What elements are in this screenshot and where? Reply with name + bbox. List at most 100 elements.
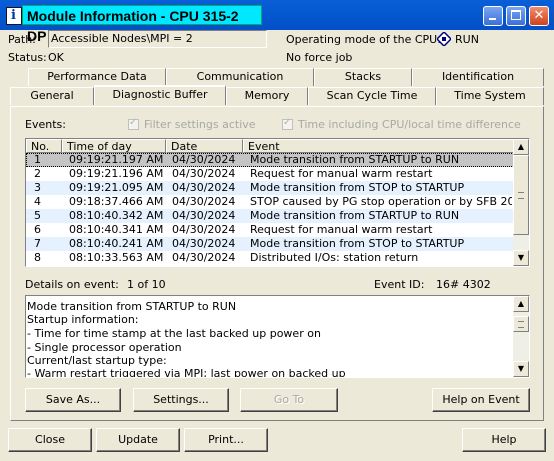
row-time: 09:19:21.197 AM: [69, 153, 164, 166]
row-time: 08:10:40.342 AM: [69, 209, 164, 222]
row-time: 08:10:33.563 AM: [69, 251, 164, 264]
tab-stacks[interactable]: Stacks: [314, 68, 412, 86]
row-event: Mode transition from STOP to STARTUP: [250, 237, 465, 250]
print-button[interactable]: Print...: [184, 428, 268, 452]
table-row[interactable]: 5 08:10:40.342 AM 04/30/2024 Mode transi…: [26, 209, 514, 223]
row-no: 8: [34, 251, 41, 264]
row-no: 7: [34, 237, 41, 250]
row-time: 09:19:21.196 AM: [69, 167, 164, 180]
row-date: 04/30/2024: [172, 209, 236, 222]
row-no: 5: [34, 209, 41, 222]
run-mode-icon: [435, 30, 453, 48]
row-event: Mode transition from STARTUP to RUN: [250, 209, 460, 222]
row-date: 04/30/2024: [172, 195, 236, 208]
force-job-status: No force job: [286, 51, 353, 64]
table-row[interactable]: 1 09:19:21.197 AM 04/30/2024 Mode transi…: [26, 153, 514, 167]
path-label: Path:: [8, 33, 36, 46]
time-difference-label: Time including CPU/local time difference: [298, 118, 521, 131]
row-event: Request for manual warm restart: [250, 223, 433, 236]
column-header-time[interactable]: Time of day: [62, 139, 166, 153]
events-scrollbar[interactable]: ▲ ▼: [513, 139, 529, 266]
row-no: 1: [34, 153, 41, 166]
operating-mode-value: RUN: [455, 33, 479, 46]
column-header-no[interactable]: No.: [26, 139, 62, 153]
status-label: Status:: [8, 51, 47, 64]
row-no: 3: [34, 181, 41, 194]
minimize-button[interactable]: [483, 6, 503, 26]
scroll-down-icon[interactable]: ▼: [513, 361, 529, 377]
operating-mode-label: Operating mode of the CPU:: [286, 33, 441, 46]
tab-general[interactable]: General: [10, 87, 94, 105]
maximize-button[interactable]: [506, 6, 526, 26]
table-row[interactable]: 2 09:19:21.196 AM 04/30/2024 Request for…: [26, 167, 514, 181]
status-value: OK: [48, 51, 64, 64]
table-row[interactable]: 8 08:10:33.563 AM 04/30/2024 Distributed…: [26, 251, 514, 265]
tab-scan-cycle-time[interactable]: Scan Cycle Time: [308, 87, 436, 105]
detail-line: - Time for time stamp at the last backed…: [27, 327, 321, 340]
details-count: 1 of 10: [127, 278, 166, 291]
settings-button[interactable]: Settings...: [133, 388, 229, 412]
detail-line: - Warm restart triggered via MPI; last p…: [27, 367, 346, 378]
tab-diagnostic-buffer[interactable]: Diagnostic Buffer: [94, 85, 226, 105]
row-event: Mode transition from STOP to STARTUP: [250, 181, 465, 194]
filter-settings-label: Filter settings active: [144, 118, 256, 131]
close-window-button[interactable]: ✕: [529, 6, 549, 26]
scroll-down-icon[interactable]: ▼: [513, 250, 529, 266]
help-on-event-button[interactable]: Help on Event: [432, 388, 530, 412]
title-bar[interactable]: Module Information - CPU 315-2 DP ✕: [0, 0, 554, 44]
row-no: 4: [34, 195, 41, 208]
detail-line: Current/last startup type:: [27, 354, 167, 367]
row-event: Distributed I/Os: station return: [250, 251, 419, 264]
events-label: Events:: [25, 118, 66, 131]
row-date: 04/30/2024: [172, 181, 236, 194]
row-date: 04/30/2024: [172, 237, 236, 250]
table-row[interactable]: 3 09:19:21.095 AM 04/30/2024 Mode transi…: [26, 181, 514, 195]
table-row[interactable]: 6 08:10:40.341 AM 04/30/2024 Request for…: [26, 223, 514, 237]
scroll-up-icon[interactable]: ▲: [513, 139, 529, 155]
column-header-date[interactable]: Date: [166, 139, 243, 153]
row-time: 08:10:40.241 AM: [69, 237, 164, 250]
scroll-up-icon[interactable]: ▲: [513, 296, 529, 312]
scroll-thumb[interactable]: [513, 155, 529, 235]
tab-communication[interactable]: Communication: [166, 68, 314, 86]
row-date: 04/30/2024: [172, 223, 236, 236]
detail-line: Startup information:: [27, 313, 139, 326]
detail-line: - Single processor operation: [27, 341, 182, 354]
row-time: 08:10:40.341 AM: [69, 223, 164, 236]
event-details-text[interactable]: Mode transition from STARTUP to RUN Star…: [25, 295, 530, 378]
go-to-label: Go To: [273, 393, 305, 406]
row-date: 04/30/2024: [172, 251, 236, 264]
row-no: 2: [34, 167, 41, 180]
table-row[interactable]: 7 08:10:40.241 AM 04/30/2024 Mode transi…: [26, 237, 514, 251]
row-event: STOP caused by PG stop operation or by S…: [250, 195, 512, 208]
row-date: 04/30/2024: [172, 167, 236, 180]
time-difference-checkbox[interactable]: [282, 117, 293, 130]
row-date: 04/30/2024: [172, 153, 236, 166]
update-button[interactable]: Update: [96, 428, 180, 452]
detail-line: Mode transition from STARTUP to RUN: [27, 300, 237, 313]
tab-memory[interactable]: Memory: [226, 87, 308, 105]
path-field: Accessible Nodes\MPI = 2: [48, 30, 267, 48]
details-label: Details on event:: [25, 278, 119, 291]
window-title: Module Information - CPU 315-2 DP: [22, 5, 262, 44]
close-button[interactable]: Close: [8, 428, 92, 452]
row-no: 6: [34, 223, 41, 236]
help-button[interactable]: Help: [462, 428, 546, 452]
row-time: 09:18:37.466 AM: [69, 195, 164, 208]
tab-identification[interactable]: Identification: [412, 68, 544, 86]
row-time: 09:19:21.095 AM: [69, 181, 164, 194]
scroll-thumb[interactable]: [513, 316, 529, 332]
tab-time-system[interactable]: Time System: [436, 87, 544, 105]
event-id-label: Event ID:: [374, 278, 425, 291]
filter-settings-checkbox[interactable]: [128, 117, 139, 130]
table-row[interactable]: 4 09:18:37.466 AM 04/30/2024 STOP caused…: [26, 195, 514, 209]
tab-performance-data[interactable]: Performance Data: [28, 68, 166, 86]
row-event: Request for manual warm restart: [250, 167, 433, 180]
app-info-icon: [6, 7, 22, 25]
go-to-button[interactable]: Go To: [240, 388, 338, 412]
row-event: Mode transition from STARTUP to RUN: [250, 153, 460, 166]
column-header-event[interactable]: Event: [243, 139, 514, 153]
events-list[interactable]: No. Time of day Date Event 1 09:19:21.19…: [25, 138, 530, 267]
details-scrollbar[interactable]: ▲ ▼: [513, 296, 529, 377]
save-as-button[interactable]: Save As...: [25, 388, 121, 412]
